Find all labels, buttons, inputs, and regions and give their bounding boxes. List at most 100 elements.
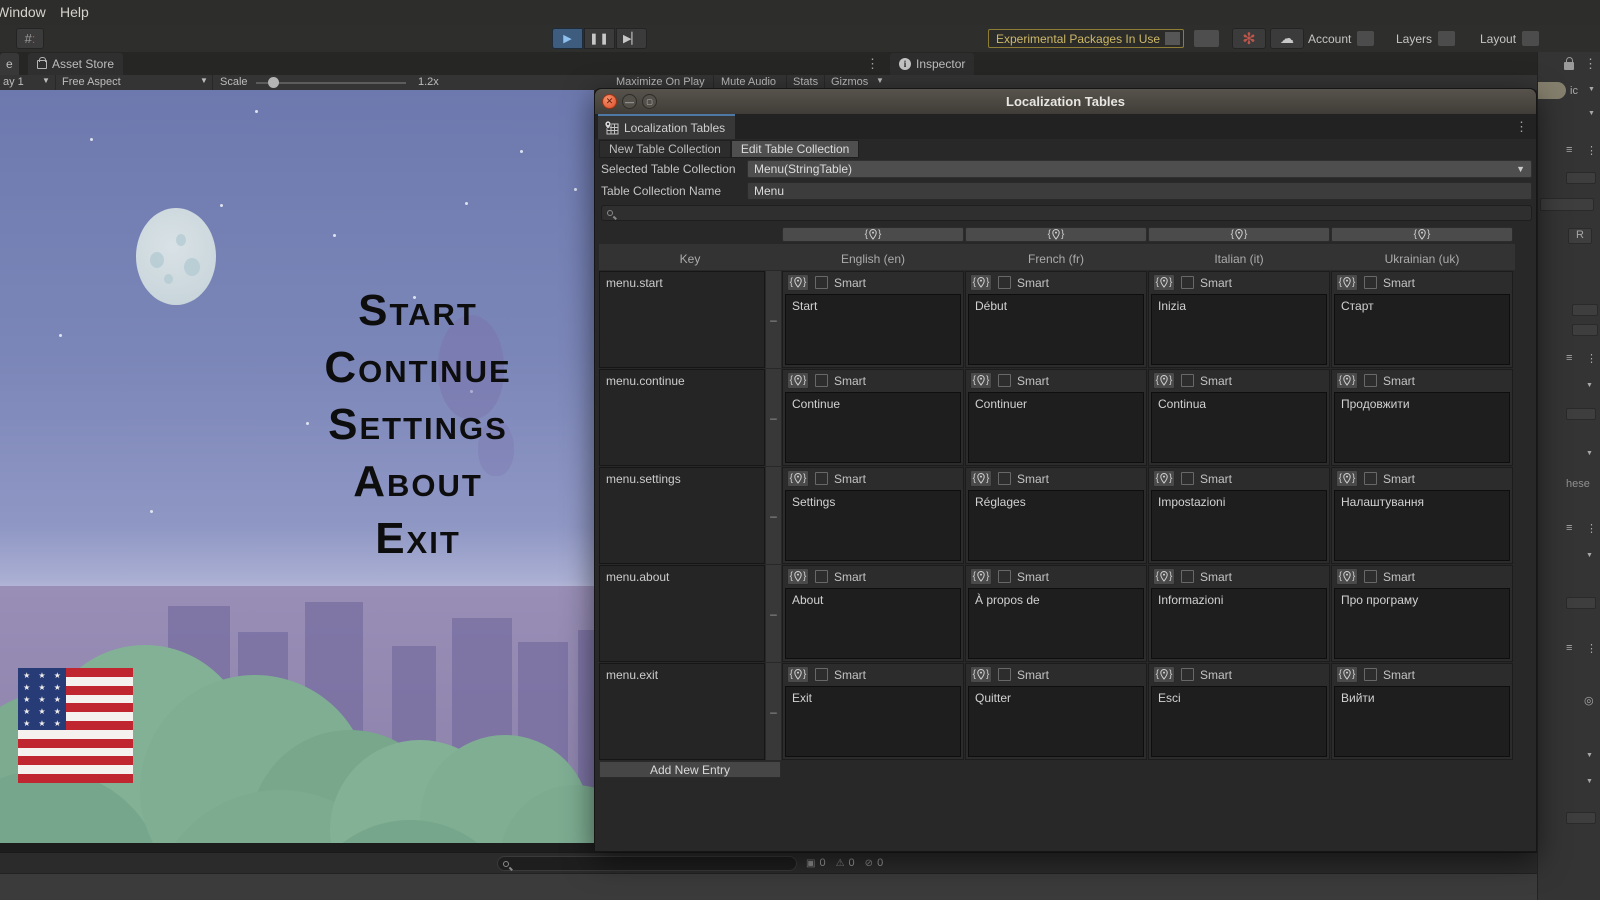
- remove-entry-button[interactable]: –: [766, 467, 781, 564]
- metadata-button[interactable]: {}: [1153, 666, 1175, 683]
- preset-icon[interactable]: ≡: [1566, 642, 1572, 654]
- aspect-dropdown-arrow[interactable]: ▼: [200, 76, 208, 85]
- smart-checkbox[interactable]: [1364, 668, 1377, 681]
- translation-text-area[interactable]: Start: [785, 294, 961, 365]
- experimental-packages-badge[interactable]: Experimental Packages In Use: [988, 29, 1184, 48]
- game-menu-item-about[interactable]: About: [240, 453, 594, 510]
- column-header-button-1[interactable]: {}: [965, 227, 1147, 242]
- dropdown-arrow-icon[interactable]: ▼: [1586, 778, 1593, 785]
- column-header-1[interactable]: English (en): [782, 244, 964, 270]
- field-sliver[interactable]: [1566, 812, 1596, 824]
- translation-text-area[interactable]: Début: [968, 294, 1144, 365]
- smart-checkbox[interactable]: [815, 276, 828, 289]
- metadata-button[interactable]: {}: [1336, 470, 1358, 487]
- remove-entry-button[interactable]: –: [766, 565, 781, 662]
- smart-checkbox[interactable]: [998, 472, 1011, 485]
- mute-audio-toggle[interactable]: Mute Audio: [721, 76, 776, 88]
- table-search-input[interactable]: [601, 205, 1532, 221]
- menu-help[interactable]: Help: [60, 4, 89, 20]
- metadata-button[interactable]: {}: [1153, 568, 1175, 585]
- key-cell[interactable]: menu.exit: [599, 663, 765, 760]
- smart-checkbox[interactable]: [998, 570, 1011, 583]
- kebab-icon[interactable]: ⋮: [1584, 56, 1597, 72]
- field-sliver[interactable]: [1566, 597, 1596, 609]
- smart-checkbox[interactable]: [1181, 472, 1194, 485]
- translation-text-area[interactable]: About: [785, 588, 961, 659]
- metadata-button[interactable]: {}: [1336, 274, 1358, 291]
- aspect-dropdown[interactable]: Free Aspect: [62, 76, 121, 88]
- translation-text-area[interactable]: Exit: [785, 686, 961, 757]
- gizmos-dropdown[interactable]: Gizmos: [831, 76, 868, 88]
- dropdown-arrow-icon[interactable]: ▼: [1586, 382, 1593, 389]
- translation-text-area[interactable]: Réglages: [968, 490, 1144, 561]
- column-header-3[interactable]: Italian (it): [1148, 244, 1330, 270]
- smart-checkbox[interactable]: [1364, 570, 1377, 583]
- translation-text-area[interactable]: Esci: [1151, 686, 1327, 757]
- target-icon[interactable]: ◎: [1584, 694, 1594, 707]
- maximize-button[interactable]: ▢: [642, 94, 657, 109]
- field-sliver[interactable]: [1572, 304, 1598, 316]
- key-cell[interactable]: menu.settings: [599, 467, 765, 564]
- metadata-button[interactable]: {}: [1153, 470, 1175, 487]
- metadata-button[interactable]: {}: [787, 470, 809, 487]
- console-count-1[interactable]: ⚠0: [836, 857, 855, 869]
- kebab-icon[interactable]: ⋮: [1586, 352, 1597, 365]
- smart-checkbox[interactable]: [1364, 374, 1377, 387]
- collab-icon[interactable]: ✻: [1232, 28, 1266, 49]
- field-sliver[interactable]: [1572, 324, 1598, 336]
- smart-checkbox[interactable]: [998, 668, 1011, 681]
- panel-kebab-icon[interactable]: ⋮: [866, 56, 879, 72]
- smart-checkbox[interactable]: [1181, 668, 1194, 681]
- r-button[interactable]: R: [1568, 228, 1592, 244]
- translation-text-area[interactable]: Продовжити: [1334, 392, 1510, 463]
- tab-game-partial[interactable]: e: [0, 53, 19, 75]
- key-cell[interactable]: menu.start: [599, 271, 765, 368]
- remove-entry-button[interactable]: –: [766, 369, 781, 466]
- layers-dropdown[interactable]: Layers: [1396, 29, 1455, 48]
- add-new-entry-button[interactable]: Add New Entry: [599, 761, 781, 778]
- display-dropdown-arrow[interactable]: ▼: [42, 76, 50, 85]
- dropdown-arrow-icon[interactable]: ▼: [1586, 552, 1593, 559]
- metadata-button[interactable]: {}: [787, 568, 809, 585]
- key-cell[interactable]: menu.about: [599, 565, 765, 662]
- smart-checkbox[interactable]: [1181, 570, 1194, 583]
- metadata-button[interactable]: {}: [970, 274, 992, 291]
- metadata-button[interactable]: {}: [1153, 274, 1175, 291]
- translation-text-area[interactable]: À propos de: [968, 588, 1144, 659]
- smart-checkbox[interactable]: [998, 276, 1011, 289]
- new-table-collection-button[interactable]: New Table Collection: [599, 140, 731, 158]
- translation-text-area[interactable]: Старт: [1334, 294, 1510, 365]
- smart-checkbox[interactable]: [815, 570, 828, 583]
- translation-text-area[interactable]: Informazioni: [1151, 588, 1327, 659]
- stats-toggle[interactable]: Stats: [793, 76, 818, 88]
- console-count-icons[interactable]: ▣0⚠0⊘0: [806, 857, 883, 869]
- translation-text-area[interactable]: Inizia: [1151, 294, 1327, 365]
- translation-text-area[interactable]: Impostazioni: [1151, 490, 1327, 561]
- column-header-key[interactable]: Key: [599, 244, 781, 270]
- remove-entry-button[interactable]: –: [766, 663, 781, 760]
- translation-text-area[interactable]: Continuer: [968, 392, 1144, 463]
- translation-text-area[interactable]: Вийти: [1334, 686, 1510, 757]
- metadata-button[interactable]: {}: [787, 372, 809, 389]
- dropdown-arrow-icon[interactable]: ▼: [1588, 110, 1595, 117]
- translation-text-area[interactable]: Continue: [785, 392, 961, 463]
- menu-window[interactable]: Window: [0, 4, 46, 20]
- display-dropdown[interactable]: ay 1: [3, 76, 24, 88]
- smart-checkbox[interactable]: [1364, 472, 1377, 485]
- account-dropdown[interactable]: Account: [1308, 29, 1374, 48]
- column-header-button-2[interactable]: {}: [1148, 227, 1330, 242]
- metadata-button[interactable]: {}: [1336, 666, 1358, 683]
- column-header-4[interactable]: Ukrainian (uk): [1331, 244, 1513, 270]
- metadata-button[interactable]: {}: [787, 666, 809, 683]
- table-collection-name-input[interactable]: Menu: [747, 182, 1532, 200]
- maximize-on-play-toggle[interactable]: Maximize On Play: [616, 76, 705, 88]
- window-kebab-icon[interactable]: ⋮: [1515, 119, 1528, 135]
- game-menu-item-exit[interactable]: Exit: [240, 510, 594, 567]
- metadata-button[interactable]: {}: [1153, 372, 1175, 389]
- preset-icon[interactable]: ≡: [1566, 352, 1572, 364]
- lock-icon[interactable]: [1564, 62, 1574, 70]
- remove-entry-button[interactable]: –: [766, 271, 781, 368]
- smart-checkbox[interactable]: [815, 472, 828, 485]
- translation-text-area[interactable]: Налаштування: [1334, 490, 1510, 561]
- column-header-button-3[interactable]: {}: [1331, 227, 1513, 242]
